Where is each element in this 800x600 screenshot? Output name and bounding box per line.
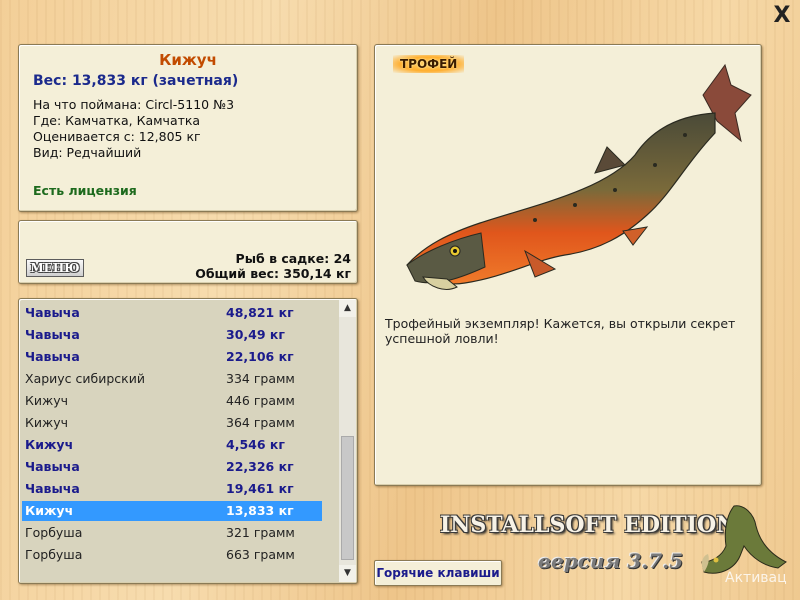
catch-fish-name: Кижуч [25, 437, 74, 452]
catch-fish-weight: 22,326 кг [226, 459, 294, 474]
valued-from-text: Оценивается с: 12,805 кг [33, 129, 201, 144]
menu-button[interactable]: МЕНЮ [26, 259, 84, 277]
close-icon[interactable]: X [772, 5, 792, 27]
location-text: Где: Камчатка, Камчатка [33, 113, 201, 128]
catch-fish-name: Кижуч [25, 415, 69, 430]
catch-list-item[interactable]: Чавыча 19,461 кг [22, 479, 322, 499]
catch-list-item[interactable]: Чавыча 30,49 кг [22, 325, 322, 345]
catch-fish-name: Хариус сибирский [25, 371, 145, 386]
caught-with-text: На что поймана: Circl-5110 №3 [33, 97, 235, 112]
catch-fish-name: Чавыча [25, 459, 80, 474]
catch-list-item[interactable]: Кижуч 446 грамм [22, 391, 322, 411]
activation-watermark: Активац [725, 570, 787, 586]
trophy-description: Трофейный экземпляр! Кажется, вы открыли… [385, 316, 736, 346]
chevron-up-icon[interactable]: ▲ [339, 300, 356, 317]
catch-fish-weight: 30,49 кг [226, 327, 285, 342]
catch-list-item[interactable]: Кижуч 13,833 кг [22, 501, 322, 521]
hotkeys-button[interactable]: Горячие клавиши [374, 560, 502, 586]
catch-fish-weight: 19,461 кг [226, 481, 294, 496]
catch-fish-weight: 22,106 кг [226, 349, 294, 364]
catch-fish-weight: 4,546 кг [226, 437, 285, 452]
catch-fish-name: Кижуч [25, 503, 74, 518]
catch-list[interactable]: Чавыча 48,821 кг Чавыча 30,49 кг Чавыча 22,10… [18, 298, 358, 584]
catch-fish-name: Чавыча [25, 327, 80, 342]
scrollbar-thumb[interactable] [341, 436, 354, 560]
catch-fish-name: Чавыча [25, 481, 80, 496]
license-status: Есть лицензия [33, 183, 137, 198]
pike-logo-icon [701, 505, 787, 574]
fish-name-title: Кижуч [159, 51, 217, 69]
fish-weight: Вес: 13,833 кг (зачетная) [33, 73, 239, 89]
catch-list-item[interactable]: Хариус сибирский 334 грамм [22, 369, 322, 389]
catch-list-item[interactable]: Кижуч 364 грамм [22, 413, 322, 433]
fish-info-panel: Кижуч Вес: 13,833 кг (зачетная) На что п… [18, 44, 358, 212]
total-weight: Общий вес: 350,14 кг [195, 266, 351, 281]
trophy-panel: ТРОФЕЙ Трофейный экземпляр! Кажется, вы … [374, 44, 762, 486]
catch-fish-weight: 48,821 кг [226, 305, 294, 320]
catch-list-item[interactable]: Кижуч 4,546 кг [22, 435, 322, 455]
catch-fish-name: Чавыча [25, 305, 80, 320]
version-label: версия 3.7.5 [538, 549, 684, 573]
chevron-down-icon[interactable]: ▼ [339, 565, 356, 582]
kind-text: Вид: Редчайший [33, 145, 142, 160]
catch-fish-weight: 446 грамм [226, 393, 295, 408]
trophy-badge: ТРОФЕЙ [393, 55, 465, 73]
catch-fish-weight: 334 грамм [226, 371, 295, 386]
catch-list-item[interactable]: Чавыча 22,106 кг [22, 347, 322, 367]
catch-fish-name: Кижуч [25, 393, 69, 408]
fish-count: Рыб в садке: 24 [235, 251, 351, 266]
catch-fish-weight: 321 грамм [226, 525, 295, 540]
catch-fish-weight: 364 грамм [226, 415, 295, 430]
catch-list-item[interactable]: Чавыча 48,821 кг [22, 303, 322, 323]
list-scrollbar[interactable]: ▲ ▼ [339, 300, 356, 582]
catch-fish-weight: 663 грамм [226, 547, 295, 562]
catch-fish-name: Чавыча [25, 349, 80, 364]
catch-fish-weight: 13,833 кг [226, 503, 294, 518]
edition-logo: INSTALLSOFT EDITION [440, 512, 737, 538]
coho-salmon-image [406, 63, 752, 290]
catch-list-item[interactable]: Чавыча 22,326 кг [22, 457, 322, 477]
catch-list-item[interactable]: Горбуша 321 грамм [22, 523, 322, 543]
catch-fish-name: Горбуша [25, 547, 83, 562]
catch-fish-name: Горбуша [25, 525, 83, 540]
catch-list-item[interactable]: Горбуша 663 грамм [22, 545, 322, 565]
keepnet-stats-panel: МЕНЮ Рыб в садке: 24 Общий вес: 350,14 к… [18, 220, 358, 284]
